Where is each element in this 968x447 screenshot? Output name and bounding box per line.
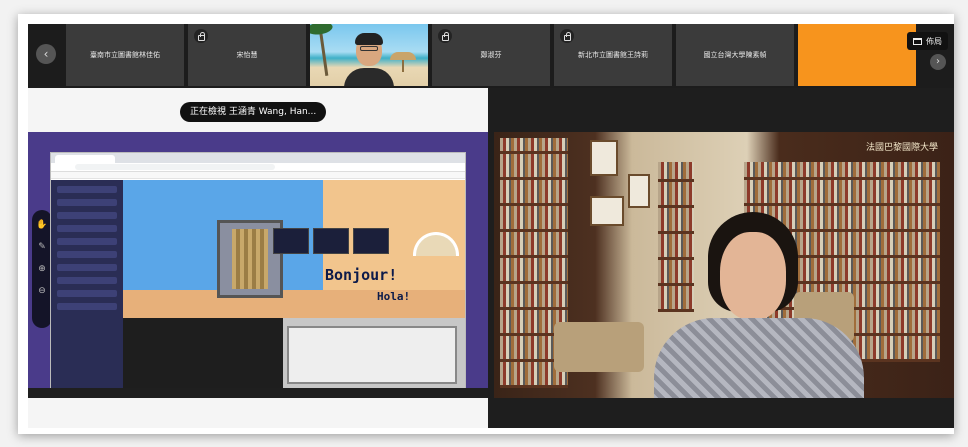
os-taskbar [28, 388, 488, 398]
speaker-face [720, 232, 786, 320]
speaker-body [654, 318, 864, 398]
bonjour-sign: Bonjour! [325, 266, 398, 284]
layout-icon [913, 37, 922, 45]
zoom-in-icon[interactable]: ⊕ [38, 264, 46, 274]
participant-video-tile[interactable] [310, 24, 428, 86]
avatar-video-bubble [273, 228, 309, 254]
armchair [554, 322, 644, 372]
glasses [360, 46, 378, 51]
lock-icon [560, 29, 574, 43]
browser-tab[interactable] [55, 155, 115, 163]
participant-name: 宋怡慧 [236, 51, 258, 59]
participant-tile[interactable]: 宋怡慧 [188, 24, 306, 86]
virtual-space-app: Bonjour! Hola! [51, 180, 465, 388]
layout-button[interactable]: 佈局 [907, 32, 948, 50]
browser-window: Bonjour! Hola! [50, 152, 466, 388]
wall-picture [590, 140, 618, 176]
participant-tile[interactable]: 國立台灣大學陳素幀 [676, 24, 794, 86]
wall-picture [628, 174, 650, 208]
lock-icon [438, 29, 452, 43]
strip-next-button[interactable]: › [930, 54, 946, 70]
hola-sign: Hola! [377, 290, 411, 303]
shared-screen-toolbar: ✋ ✎ ⊕ ⊖ [32, 210, 52, 328]
virtual-space-sidebar [51, 180, 123, 388]
beach-umbrella-background [390, 52, 416, 72]
lock-icon [194, 29, 208, 43]
participant-tile[interactable]: 鄭淑芬 [432, 24, 550, 86]
shared-screen-panel: 正在檢視 王涵青 Wang, Han... ✋ ✎ ⊕ ⊖ Bonjour! H… [28, 88, 488, 428]
virtual-space-map[interactable]: Bonjour! Hola! [123, 180, 465, 388]
map-room [287, 326, 457, 384]
viewing-indicator: 正在檢視 王涵青 Wang, Han... [180, 102, 327, 122]
participant-name: 鄭淑芬 [480, 51, 502, 59]
wall-picture [590, 196, 624, 226]
participant-body [344, 68, 394, 86]
participant-tile[interactable]: 臺南市立圖書館林佳佑 [66, 24, 184, 86]
shared-screen[interactable]: ✋ ✎ ⊕ ⊖ Bonjour! Hola! [28, 132, 488, 398]
strip-prev-button[interactable]: ‹ [36, 44, 56, 64]
speaker-video[interactable]: 法國巴黎國際大學 [494, 132, 954, 398]
avatar-video-bubble [313, 228, 349, 254]
zoom-out-icon[interactable]: ⊖ [38, 286, 46, 296]
avatar-video-bubble [353, 228, 389, 254]
annotate-icon[interactable]: ✎ [38, 242, 46, 252]
participant-tile[interactable]: 新北市立圖書館王詩莉 [554, 24, 672, 86]
participant-tile-active[interactable] [798, 24, 916, 86]
wall-sign: 法國巴黎國際大學 [865, 143, 938, 153]
speaker-video-panel: 法國巴黎國際大學 [488, 88, 954, 428]
bookshelf [658, 162, 694, 312]
pointer-icon[interactable]: ✋ [36, 220, 47, 230]
address-bar[interactable] [75, 164, 275, 170]
palm-tree-background [318, 28, 329, 76]
participant-name: 新北市立圖書館王詩莉 [578, 51, 648, 59]
participant-strip: ‹ 臺南市立圖書館林佳佑 宋怡慧 鄭淑芬 新北市立圖書館王詩莉 國立台灣大學陳素… [28, 24, 954, 88]
layout-label: 佈局 [926, 36, 942, 46]
bookmarks-bar [51, 172, 465, 179]
participant-name: 臺南市立圖書館林佳佑 [90, 51, 160, 59]
participant-name: 國立台灣大學陳素幀 [703, 51, 767, 59]
video-meeting-window: ‹ 臺南市立圖書館林佳佑 宋怡慧 鄭淑芬 新北市立圖書館王詩莉 國立台灣大學陳素… [28, 24, 954, 428]
